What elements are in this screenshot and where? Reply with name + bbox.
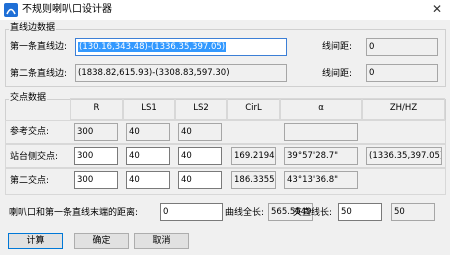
line1-input[interactable]: (130.16,343.48)-(1336.35,397.05) xyxy=(75,38,287,56)
reference-intersection-label: 参考交点: xyxy=(10,127,50,137)
platform-r-input[interactable]: 300 xyxy=(74,147,118,165)
col-header-zhhz: ZH/HZ xyxy=(389,103,418,113)
reference-ls2-field[interactable]: 40 xyxy=(178,123,222,141)
straight-length-field-2[interactable]: 50 xyxy=(391,203,435,221)
intersection-data-group-title: 交点数据 xyxy=(9,93,48,104)
reference-alpha-field[interactable] xyxy=(284,123,358,141)
line2-spacing-label: 线间距: xyxy=(322,69,353,79)
second-intersection-label: 第二交点: xyxy=(10,176,50,186)
line2-spacing-field[interactable]: 0 xyxy=(366,64,438,82)
app-icon xyxy=(4,3,18,17)
calculate-button[interactable]: 计算 xyxy=(8,233,63,249)
distance-input[interactable]: 0 xyxy=(160,203,223,221)
line2-field[interactable]: (1838.82,615.93)-(3308.83,597.30) xyxy=(75,64,287,82)
platform-ls2-input[interactable]: 40 xyxy=(178,147,222,165)
distance-label: 喇叭口和第一条直线末端的距离: xyxy=(9,208,139,218)
line2-label: 第二条直线边: xyxy=(10,69,68,79)
reference-r-field[interactable]: 300 xyxy=(74,123,118,141)
ok-button[interactable]: 确定 xyxy=(74,233,129,249)
col-header-cirl: CirL xyxy=(245,103,262,113)
second-alpha-field[interactable]: 43°13'36.8" xyxy=(284,171,358,189)
straight-length-label: 夹直线长: xyxy=(293,208,333,218)
table-row xyxy=(5,120,446,144)
reference-ls1-field[interactable]: 40 xyxy=(126,123,170,141)
window-title: 不规则喇叭口设计器 xyxy=(22,4,112,15)
platform-cirl-field[interactable]: 169.2194 xyxy=(231,147,276,165)
cancel-button[interactable]: 取消 xyxy=(134,233,189,249)
col-header-r: R xyxy=(93,103,100,113)
platform-ls1-input[interactable]: 40 xyxy=(126,147,170,165)
line1-label: 第一条直线边: xyxy=(10,42,68,52)
col-header-ls1: LS1 xyxy=(141,103,157,113)
total-length-label: 曲线全长: xyxy=(225,208,265,218)
close-icon[interactable]: ✕ xyxy=(432,2,442,16)
col-header-alpha: α xyxy=(318,103,324,113)
second-r-input[interactable]: 300 xyxy=(74,171,118,189)
second-ls2-input[interactable]: 40 xyxy=(178,171,222,189)
line-data-group-title: 直线边数据 xyxy=(9,23,57,34)
platform-alpha-field[interactable]: 39°57'28.7" xyxy=(284,147,358,165)
table-row xyxy=(5,168,446,195)
straight-length-input[interactable]: 50 xyxy=(338,203,382,221)
platform-zhhz-field[interactable]: (1336.35,397.05) xyxy=(366,147,442,165)
line1-value: (130.16,343.48)-(1336.35,397.05) xyxy=(78,42,227,52)
second-cirl-field[interactable]: 186.3355 xyxy=(231,171,276,189)
col-header-ls2: LS2 xyxy=(193,103,209,113)
second-ls1-input[interactable]: 40 xyxy=(126,171,170,189)
line1-spacing-field[interactable]: 0 xyxy=(366,38,438,56)
platform-intersection-label: 站台侧交点: xyxy=(10,152,59,162)
line1-spacing-label: 线间距: xyxy=(322,42,353,52)
